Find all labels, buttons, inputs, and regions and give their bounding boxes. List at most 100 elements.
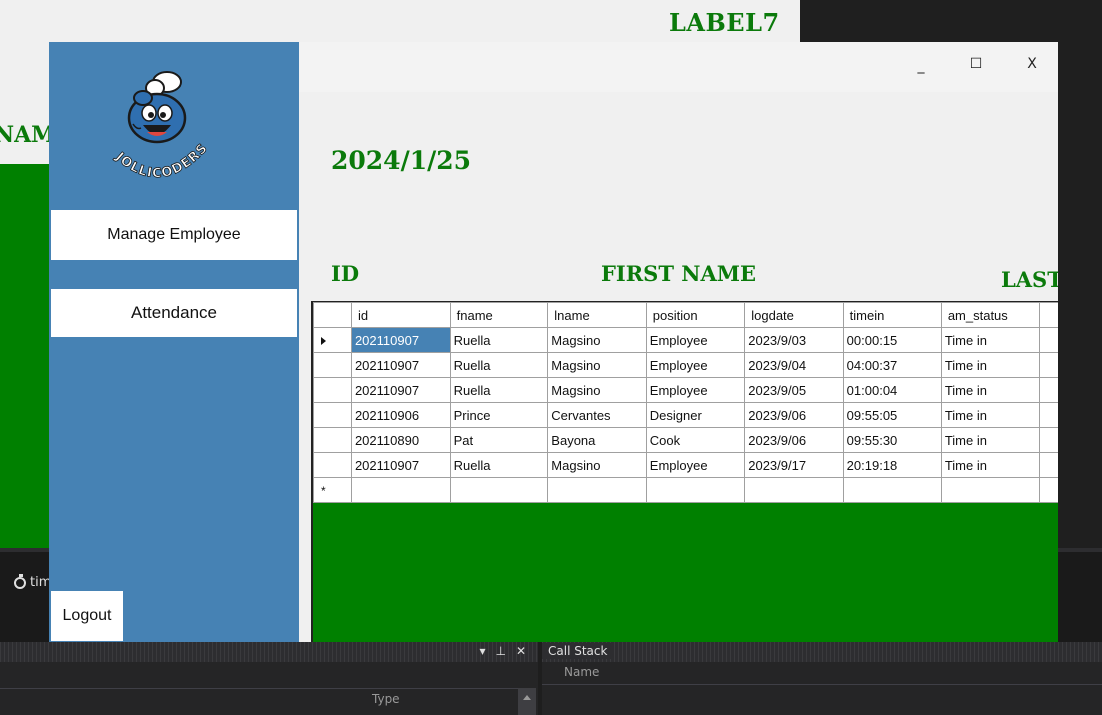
cell-am-status[interactable]: Time in	[940, 402, 1041, 428]
cell-am-status[interactable]: Time in	[940, 327, 1041, 353]
cell-timein[interactable]: 00:00:15	[842, 327, 942, 353]
new-row-cell[interactable]	[645, 477, 746, 503]
cell-id[interactable]: 202110890	[350, 427, 451, 453]
pin-icon[interactable]: ⊥	[495, 644, 505, 658]
column-header-fname[interactable]: fname	[449, 302, 549, 328]
first-name-label: FIRST NAME	[601, 261, 757, 286]
column-header-logdate[interactable]: logdate	[744, 302, 844, 328]
table-row[interactable]: 202110890 Pat Bayona Cook 2023/9/06 09:55:30 T…	[313, 427, 1058, 453]
cell-timein[interactable]: 04:00:37	[842, 352, 942, 378]
jollicoders-logo: JOLLICODERS	[111, 71, 211, 182]
cell-id[interactable]: 202110907	[350, 327, 451, 353]
new-row-cell[interactable]	[350, 477, 451, 503]
cell-id[interactable]: 202110906	[350, 402, 451, 428]
panel-column-header	[0, 688, 520, 711]
panel-controls: ▾ ⊥ ✕	[479, 644, 526, 658]
cell-timein[interactable]: 09:55:30	[842, 427, 942, 453]
cell-logdate[interactable]: 2023/9/04	[744, 352, 844, 378]
row-header[interactable]	[313, 327, 352, 353]
row-header[interactable]: *	[313, 477, 352, 503]
call-stack-tab[interactable]: Call Stack	[542, 643, 614, 659]
attendance-grid[interactable]: id fname lname position logdate timein a…	[311, 301, 1058, 642]
row-header[interactable]	[313, 427, 352, 453]
column-header-timein[interactable]: timein	[842, 302, 942, 328]
scroll-up-icon[interactable]	[523, 695, 531, 700]
cell-am-status[interactable]: Time in	[940, 377, 1041, 403]
table-row[interactable]: 202110907 Ruella Magsino Employee 2023/9/03 0…	[313, 327, 1058, 353]
cell-logdate[interactable]: 2023/9/05	[744, 377, 844, 403]
table-row[interactable]: 202110907 Ruella Magsino Employee 2023/9/17 2…	[313, 452, 1058, 478]
cell-am-status[interactable]: Time in	[940, 352, 1041, 378]
cell-logdate[interactable]: 2023/9/06	[744, 402, 844, 428]
cell-overflow	[1039, 452, 1058, 478]
logout-button[interactable]: Logout	[51, 591, 123, 641]
panel-titlebar	[542, 642, 1102, 662]
cell-timein[interactable]: 20:19:18	[842, 452, 942, 478]
current-row-arrow-icon	[321, 336, 326, 345]
dropdown-icon[interactable]: ▾	[479, 644, 485, 658]
cell-position[interactable]: Designer	[645, 402, 746, 428]
logo-text: JOLLICODERS	[111, 140, 210, 181]
cell-fname[interactable]: Ruella	[449, 452, 549, 478]
new-row[interactable]: *	[313, 477, 1058, 503]
new-row-cell[interactable]	[940, 477, 1041, 503]
cell-fname[interactable]: Ruella	[449, 352, 549, 378]
cell-id[interactable]: 202110907	[350, 352, 451, 378]
cell-lname[interactable]: Magsino	[547, 452, 647, 478]
column-header-lname[interactable]: lname	[547, 302, 647, 328]
cell-lname[interactable]: Magsino	[547, 352, 647, 378]
column-header-am-status[interactable]: am_status	[940, 302, 1041, 328]
new-row-cell	[1039, 477, 1058, 503]
close-icon[interactable]: ✕	[516, 644, 526, 658]
table-row[interactable]: 202110907 Ruella Magsino Employee 2023/9/04 0…	[313, 352, 1058, 378]
table-row[interactable]: 202110906 Prince Cervantes Designer 2023/9/0…	[313, 402, 1058, 428]
column-header-position[interactable]: position	[645, 302, 746, 328]
sidebar: JOLLICODERS Manage Employee Attendance L…	[49, 42, 299, 642]
cell-lname[interactable]: Cervantes	[547, 402, 647, 428]
close-button[interactable]: X	[1017, 56, 1047, 72]
cell-am-status[interactable]: Time in	[940, 452, 1041, 478]
table-row[interactable]: 202110907 Ruella Magsino Employee 2023/9/05 0…	[313, 377, 1058, 403]
cell-am-status[interactable]: Time in	[940, 427, 1041, 453]
timer-control: tim	[14, 573, 51, 590]
new-row-cell[interactable]	[547, 477, 647, 503]
cell-logdate[interactable]: 2023/9/06	[744, 427, 844, 453]
new-row-cell[interactable]	[842, 477, 942, 503]
cell-position[interactable]: Employee	[645, 327, 746, 353]
cell-fname[interactable]: Ruella	[449, 327, 549, 353]
scrollbar[interactable]	[518, 688, 536, 715]
cell-timein[interactable]: 09:55:05	[842, 402, 942, 428]
cell-fname[interactable]: Pat	[449, 427, 549, 453]
cell-fname[interactable]: Prince	[449, 402, 549, 428]
row-header[interactable]	[313, 452, 352, 478]
cell-position[interactable]: Employee	[645, 352, 746, 378]
column-header-id[interactable]: id	[350, 302, 451, 328]
new-row-cell[interactable]	[449, 477, 549, 503]
manage-employee-button[interactable]: Manage Employee	[51, 210, 297, 260]
cell-lname[interactable]: Bayona	[547, 427, 647, 453]
cell-logdate[interactable]: 2023/9/17	[744, 452, 844, 478]
cell-lname[interactable]: Magsino	[547, 377, 647, 403]
cell-logdate[interactable]: 2023/9/03	[744, 327, 844, 353]
cell-position[interactable]: Cook	[645, 427, 746, 453]
type-column-header[interactable]: Type	[372, 692, 400, 706]
ide-bottom-left-panel: ▾ ⊥ ✕ Type	[0, 642, 538, 715]
cell-id[interactable]: 202110907	[350, 452, 451, 478]
cell-id[interactable]: 202110907	[350, 377, 451, 403]
cell-fname[interactable]: Ruella	[449, 377, 549, 403]
cell-position[interactable]: Employee	[645, 452, 746, 478]
name-column-header[interactable]: Name	[564, 665, 599, 679]
attendance-button[interactable]: Attendance	[51, 289, 297, 337]
row-header[interactable]	[313, 402, 352, 428]
grid-table: id fname lname position logdate timein a…	[313, 302, 1058, 503]
row-header[interactable]	[313, 377, 352, 403]
grid-header-row: id fname lname position logdate timein a…	[313, 302, 1058, 328]
row-header[interactable]	[313, 352, 352, 378]
cell-lname[interactable]: Magsino	[547, 327, 647, 353]
cell-position[interactable]: Employee	[645, 377, 746, 403]
cell-timein[interactable]: 01:00:04	[842, 377, 942, 403]
maximize-button[interactable]: ☐	[961, 56, 991, 72]
stopwatch-icon	[14, 573, 26, 589]
new-row-cell[interactable]	[744, 477, 844, 503]
minimize-button[interactable]: _	[906, 58, 936, 74]
